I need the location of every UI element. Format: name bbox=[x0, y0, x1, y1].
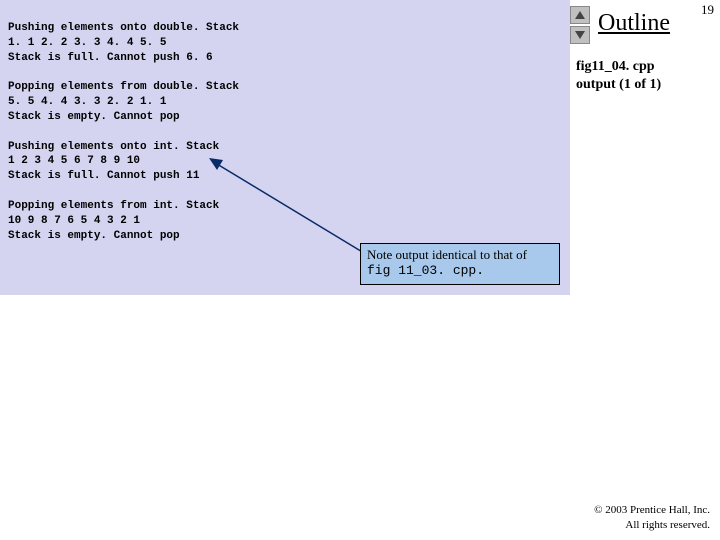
code-block-2: Popping elements from double. Stack 5. 5… bbox=[8, 81, 239, 123]
up-triangle-icon bbox=[575, 11, 585, 19]
file-subtitle: output (1 of 1) bbox=[576, 76, 661, 94]
callout-note: Note output identical to that of fig 11_… bbox=[360, 243, 560, 285]
nav-buttons bbox=[570, 6, 592, 46]
code-block-1: Pushing elements onto double. Stack 1. 1… bbox=[8, 22, 239, 64]
code-block-3: Pushing elements onto int. Stack 1 2 3 4… bbox=[8, 141, 219, 183]
down-triangle-icon bbox=[575, 31, 585, 39]
code-block-4: Popping elements from int. Stack 10 9 8 … bbox=[8, 200, 219, 242]
sidebar: 19 Outline fig11_04. cpp output (1 of 1) bbox=[570, 0, 720, 4]
callout-code-ref: fig 11_03. cpp. bbox=[367, 263, 553, 279]
outline-heading: Outline bbox=[598, 10, 670, 37]
copyright-line1: © 2003 Prentice Hall, Inc. bbox=[594, 503, 710, 517]
nav-down-button[interactable] bbox=[570, 26, 590, 44]
file-name: fig11_04. cpp bbox=[576, 58, 661, 76]
file-info: fig11_04. cpp output (1 of 1) bbox=[576, 58, 661, 94]
copyright: © 2003 Prentice Hall, Inc. All rights re… bbox=[594, 503, 710, 532]
callout-text: Note output identical to that of bbox=[367, 247, 553, 263]
nav-up-button[interactable] bbox=[570, 6, 590, 24]
page-number: 19 bbox=[701, 2, 714, 18]
copyright-line2: All rights reserved. bbox=[594, 518, 710, 532]
